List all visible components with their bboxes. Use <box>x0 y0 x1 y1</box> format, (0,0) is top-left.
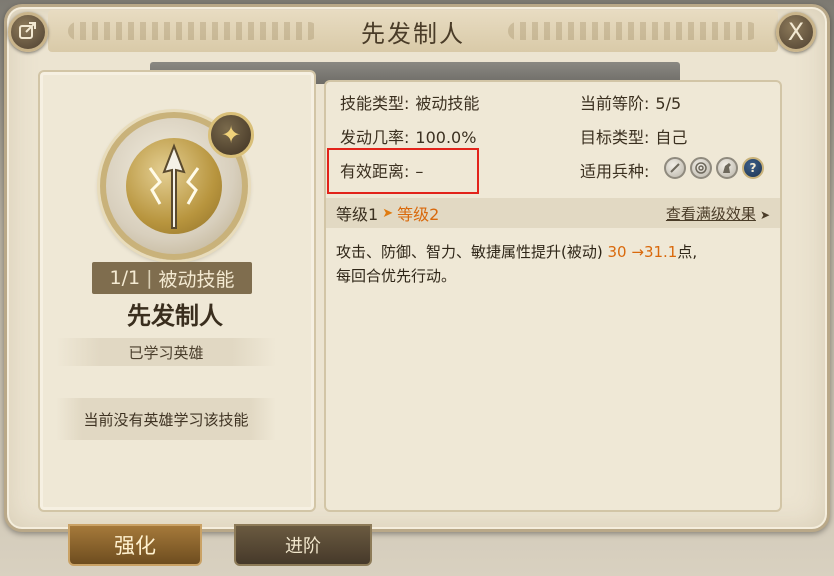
level-strip: 等级1 ➤ 等级2 查看满级效果 ➤ <box>326 198 780 228</box>
window-title: 先发制人 <box>361 19 465 48</box>
value-arrow: → <box>631 243 644 261</box>
old-value: 30 <box>607 243 627 261</box>
description-line2: 每回合优先行动。 <box>336 267 457 285</box>
tab-strengthen-label: 强化 <box>114 534 156 558</box>
trigger-rate-label: 发动几率: <box>340 128 410 147</box>
target-type-value: 自己 <box>655 128 688 147</box>
level-arrow-icon: ➤ <box>382 205 394 221</box>
skill-description: 攻击、防御、智力、敏捷属性提升(被动) 30 →31.1点, 每回合优先行动。 <box>336 240 766 288</box>
tab-strengthen[interactable]: 强化 <box>68 524 202 566</box>
skill-type-value: 被动技能 <box>415 94 480 113</box>
view-max-level-link[interactable]: 查看满级效果 ➤ <box>666 203 770 224</box>
target-icon[interactable] <box>690 157 712 179</box>
target-type-label: 目标类型: <box>580 128 650 147</box>
close-icon: X <box>787 18 805 46</box>
sword-icon[interactable] <box>664 157 686 179</box>
trigger-rate-row: 发动几率: 100.0% <box>340 124 476 148</box>
skill-level-tag: 1/1 | 被动技能 <box>92 262 252 294</box>
skill-kind: 被动技能 <box>158 268 235 291</box>
chevron-right-icon: ➤ <box>759 207 770 222</box>
skill-type-label: 技能类型: <box>340 94 410 113</box>
new-value: 31.1 <box>643 243 678 261</box>
view-max-level-label: 查看满级效果 <box>665 204 756 223</box>
tab-advance-label: 进阶 <box>285 536 321 557</box>
level2-label: 等级2 <box>397 205 440 224</box>
trigger-rate-value: 100.0% <box>415 128 477 147</box>
share-icon <box>18 20 38 45</box>
skill-level-count: 1/1 <box>109 267 141 289</box>
skill-name: 先发制人 <box>127 302 223 330</box>
spear-icon <box>126 138 222 234</box>
question-icon[interactable]: ? <box>742 157 764 179</box>
unit-types-label: 适用兵种: <box>580 162 650 181</box>
unit-types-row: 适用兵种: <box>580 158 649 182</box>
tab-advance[interactable]: 进阶 <box>234 524 372 566</box>
horse-icon[interactable] <box>716 157 738 179</box>
current-rank-row: 当前等阶: 5/5 <box>580 90 681 114</box>
skill-type-row: 技能类型: 被动技能 <box>340 90 479 114</box>
unit-type-icons: ? <box>664 157 764 179</box>
share-button[interactable] <box>8 12 48 52</box>
learned-heroes-label: 已学习英雄 <box>56 338 276 366</box>
current-rank-label: 当前等阶: <box>580 94 650 113</box>
no-hero-message: 当前没有英雄学习该技能 <box>56 398 276 440</box>
description-text: 攻击、防御、智力、敏捷属性提升(被动) <box>336 243 603 261</box>
title-bar: 先发制人 <box>48 10 778 52</box>
effective-range-value: – <box>415 162 424 181</box>
current-rank-value: 5/5 <box>655 94 682 113</box>
close-button[interactable]: X <box>776 12 816 52</box>
description-suffix: 点, <box>677 243 698 261</box>
skill-level-separator: | <box>146 267 153 289</box>
effective-range-row: 有效距离: – <box>340 158 423 182</box>
target-type-row: 目标类型: 自己 <box>580 124 687 148</box>
star-badge-icon: ✦ <box>208 112 254 158</box>
level1-label: 等级1 <box>336 205 379 224</box>
effective-range-label: 有效距离: <box>340 162 410 181</box>
